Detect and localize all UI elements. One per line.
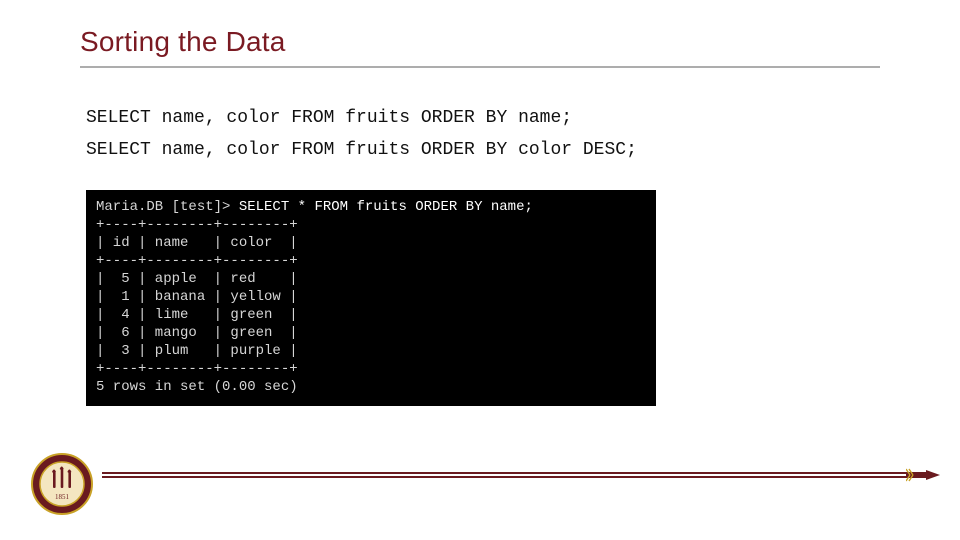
terminal-command: SELECT * FROM fruits ORDER BY name; [239,199,533,215]
table-border: +----+--------+--------+ [96,361,298,377]
university-seal-icon: 1851 [30,452,94,516]
table-border: +----+--------+--------+ [96,217,298,233]
terminal-output: Maria.DB [test]> SELECT * FROM fruits OR… [86,190,656,406]
table-row: | 1 | banana | yellow | [96,289,298,305]
spear-icon [906,460,940,490]
sql-line-1: SELECT name, color FROM fruits ORDER BY … [86,108,572,128]
page-title: Sorting the Data [80,26,286,58]
table-header: | id | name | color | [96,235,298,251]
table-row: | 4 | lime | green | [96,307,298,323]
table-border: +----+--------+--------+ [96,253,298,269]
footer-rule [102,472,930,478]
footer: 1851 [0,442,960,512]
seal-year: 1851 [55,493,70,501]
table-row: | 6 | mango | green | [96,325,298,341]
table-row: | 5 | apple | red | [96,271,298,287]
table-footer: 5 rows in set (0.00 sec) [96,379,298,395]
slide: Sorting the Data SELECT name, color FROM… [0,0,960,540]
sql-line-2: SELECT name, color FROM fruits ORDER BY … [86,140,637,160]
table-row: | 3 | plum | purple | [96,343,298,359]
terminal-prompt: Maria.DB [test]> [96,199,239,215]
title-underline [80,66,880,68]
